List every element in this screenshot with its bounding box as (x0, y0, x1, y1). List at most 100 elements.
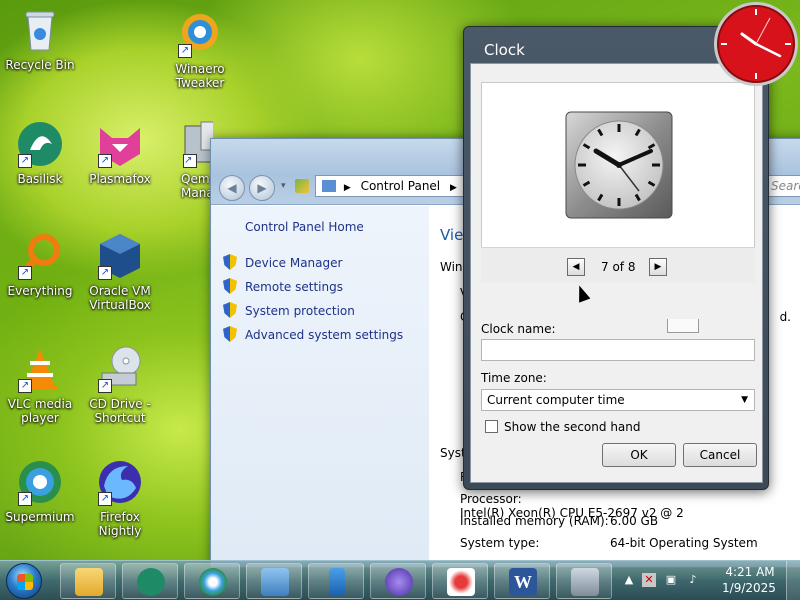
volume-icon[interactable]: ♪ (686, 573, 700, 587)
system-row-key: Processor: (460, 492, 522, 506)
clock-settings-dialog[interactable]: Clock ◀ 7 of 8 ▶ Clock name: Time zone: … (463, 26, 769, 490)
desktop-icon-everything[interactable]: ↗ Everything (0, 232, 83, 298)
time-zone-label: Time zone: (481, 371, 547, 385)
network-icon[interactable]: ▣ (664, 573, 678, 587)
desktop-icon-label: VLC media player (7, 397, 73, 425)
desktop-icon-firefox-nightly[interactable]: ↗ Firefox Nightly (77, 458, 163, 538)
search-input[interactable]: Search (766, 175, 800, 197)
clock-name-input[interactable] (481, 339, 755, 361)
clock-name-label: Clock name: (481, 322, 556, 336)
computer-icon (571, 568, 599, 596)
start-button[interactable] (6, 563, 42, 599)
forward-button[interactable]: ▶ (249, 175, 275, 201)
dialog-title: Clock (484, 41, 525, 59)
system-section-header: Syst (440, 446, 466, 460)
shortcut-arrow-icon: ↗ (183, 154, 197, 168)
taskbar-usb-tool[interactable] (308, 563, 364, 599)
desktop-icon-cd-drive[interactable]: ↗ CD Drive - Shortcut (77, 345, 163, 425)
shortcut-arrow-icon: ↗ (18, 492, 32, 506)
shortcut-arrow-icon: ↗ (18, 154, 32, 168)
recent-pages-icon[interactable]: ▾ (281, 181, 286, 191)
desktop-icon-supermium[interactable]: ↗ Supermium (0, 458, 83, 524)
sidebar-item-label: Device Manager (245, 256, 343, 270)
spider-icon (447, 568, 475, 596)
cd-drive-icon: ↗ (96, 345, 144, 393)
copyright-line-end: d. (779, 310, 791, 324)
refresh-icon[interactable] (295, 179, 309, 193)
ok-button[interactable]: OK (602, 443, 676, 467)
time-zone-select[interactable]: Current computer time ▼ (481, 389, 755, 411)
shortcut-arrow-icon: ↗ (18, 379, 32, 393)
basilisk-icon (137, 568, 165, 596)
desktop-icon-recycle-bin[interactable]: Recycle Bin (0, 6, 83, 72)
desktop-icon-virtualbox[interactable]: ↗ Oracle VM VirtualBox (77, 232, 163, 312)
bug-icon (385, 568, 413, 596)
desktop-clock-gadget[interactable] (710, 0, 800, 90)
control-panel-icon (261, 568, 289, 596)
taskbar-control-panel[interactable] (246, 563, 302, 599)
control-panel-icon (322, 180, 336, 192)
sidebar-item-advanced-system-settings[interactable]: Advanced system settings (223, 326, 403, 344)
shield-icon (223, 254, 237, 270)
previous-clock-button[interactable]: ◀ (567, 258, 585, 276)
desktop-icon-label: Oracle VM VirtualBox (89, 284, 151, 312)
sidebar-item-device-manager[interactable]: Device Manager (223, 254, 342, 272)
show-second-hand-checkbox[interactable]: Show the second hand (485, 420, 641, 434)
taskbar-bug-tool[interactable] (370, 563, 426, 599)
everything-search-icon: ↗ (16, 232, 64, 280)
dialog-body: ◀ 7 of 8 ▶ Clock name: Time zone: Curren… (470, 63, 763, 483)
action-center-icon[interactable]: ✕ (642, 573, 656, 587)
show-desktop-button[interactable] (786, 561, 800, 600)
folder-icon (75, 568, 103, 596)
shortcut-arrow-icon: ↗ (98, 492, 112, 506)
page-title: Vie (440, 226, 464, 244)
taskbar-system[interactable] (556, 563, 612, 599)
desktop-icon-vlc[interactable]: ↗ VLC media player (0, 345, 83, 425)
system-tray: ▲ ✕ ▣ ♪ 4:21 AM 1/9/2025 (620, 561, 800, 600)
pager-count: 7 of 8 (601, 260, 636, 274)
shortcut-arrow-icon: ↗ (178, 44, 192, 58)
desktop-icon-label: Plasmafox (89, 172, 151, 186)
word-icon: W (509, 568, 537, 596)
next-clock-button[interactable]: ▶ (649, 258, 667, 276)
sidebar-item-label: Remote settings (245, 280, 343, 294)
checkbox-box[interactable] (485, 420, 498, 433)
basilisk-icon: ↗ (16, 120, 64, 168)
system-row: Installed memory (RAM):6.00 GB (460, 514, 658, 528)
sidebar-item-control-panel-home[interactable]: Control Panel Home (245, 220, 364, 234)
desktop-icon-plasmafox[interactable]: ↗ Plasmafox (77, 120, 163, 186)
clock-face-icon (565, 111, 673, 219)
system-row: System type: 64-bit Operating System (460, 536, 758, 550)
recycle-bin-icon (16, 6, 64, 54)
sidebar-item-system-protection[interactable]: System protection (223, 302, 355, 320)
back-button[interactable]: ◀ (219, 175, 245, 201)
virtualbox-icon: ↗ (96, 232, 144, 280)
clock-style-pager: ◀ 7 of 8 ▶ (481, 247, 755, 283)
sidebar-item-remote-settings[interactable]: Remote settings (223, 278, 343, 296)
system-row-value: 64-bit Operating System (610, 536, 758, 550)
chevron-right-icon: ▶ (449, 183, 457, 193)
desktop-icon-basilisk[interactable]: ↗ Basilisk (0, 120, 83, 186)
winaero-tweaker-icon: ↗ (176, 10, 224, 58)
shield-icon (223, 302, 237, 318)
cancel-button[interactable]: Cancel (683, 443, 757, 467)
dropdown-arrow-icon: ▼ (741, 395, 748, 405)
desktop-icon-winaero-tweaker[interactable]: ↗ Winaero Tweaker (157, 10, 243, 90)
taskbar-supermium[interactable] (184, 563, 240, 599)
show-hidden-icons-icon[interactable]: ▲ (622, 573, 636, 587)
divider (667, 319, 699, 333)
system-row-key: Installed memory (RAM): (460, 514, 609, 528)
desktop-icon-label: Everything (7, 284, 73, 298)
chevron-right-icon: ▶ (343, 183, 351, 193)
breadcrumb-control-panel[interactable]: Control Panel (361, 179, 441, 193)
taskbar-explorer[interactable] (60, 563, 116, 599)
taskbar-word[interactable]: W (494, 563, 550, 599)
taskbar-spider-tool[interactable] (432, 563, 488, 599)
desktop-icon-label: Basilisk (17, 172, 63, 186)
firefox-nightly-icon: ↗ (96, 458, 144, 506)
desktop-icon-qemu-manager[interactable]: ↗ Qem Manag (157, 120, 213, 200)
taskbar-basilisk[interactable] (122, 563, 178, 599)
desktop-icon-label: Supermium (5, 510, 75, 524)
tray-clock-date[interactable]: 1/9/2025 (716, 581, 782, 595)
tray-clock-time[interactable]: 4:21 AM (720, 565, 780, 579)
